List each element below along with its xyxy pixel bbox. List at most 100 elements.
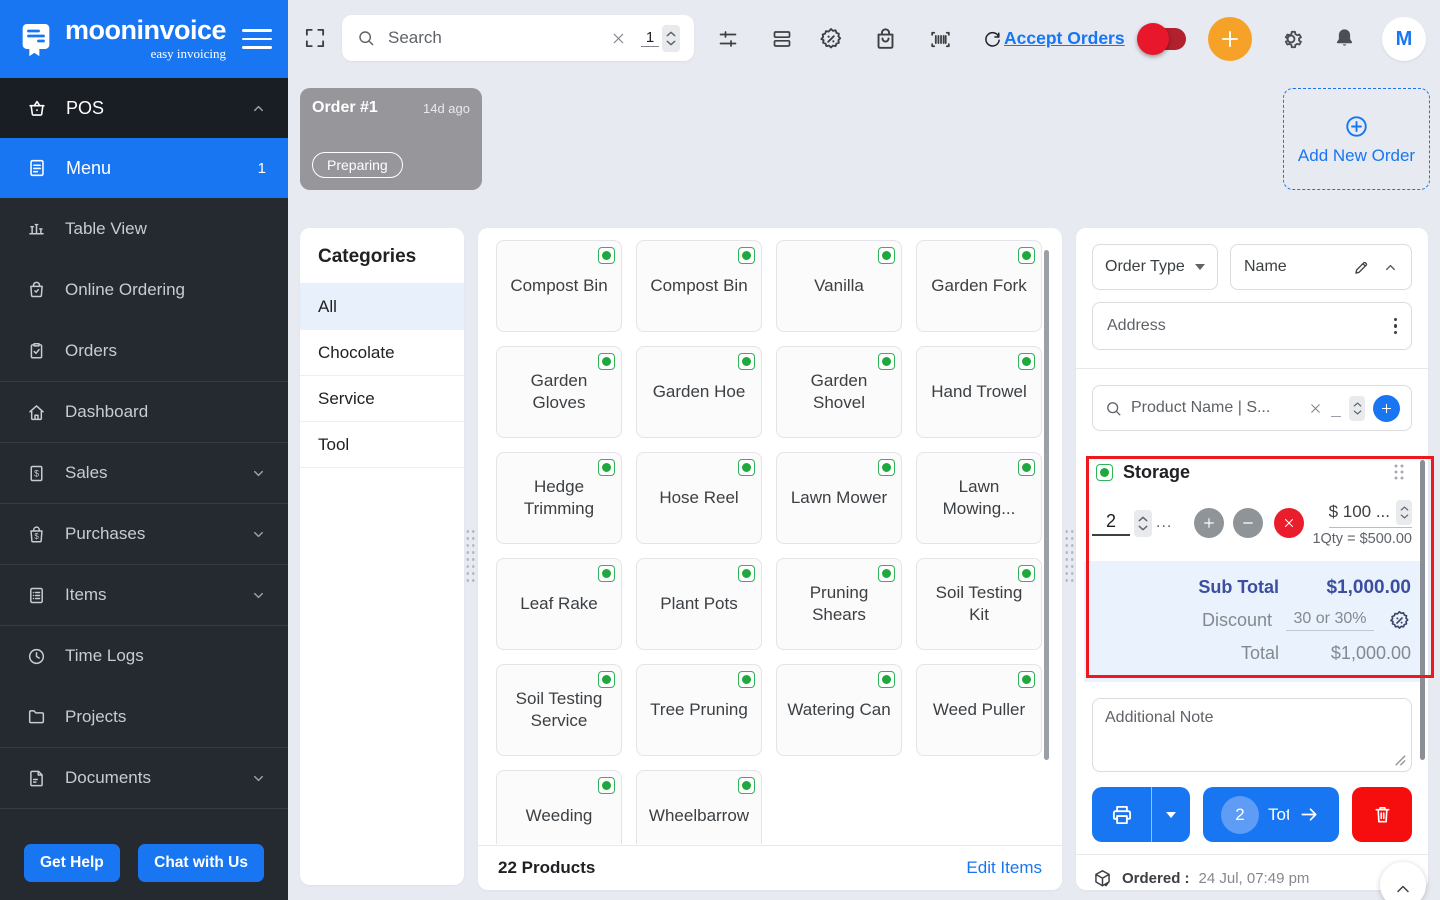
discount-badge-icon[interactable] (818, 26, 844, 52)
increase-qty-button[interactable] (1194, 508, 1224, 538)
price-input[interactable]: $ 100 ... (1329, 502, 1390, 522)
product-search-input[interactable] (1131, 399, 1300, 417)
search-count-stepper[interactable] (662, 25, 680, 52)
clear-search-icon[interactable] (610, 30, 627, 47)
sidebar-item-dashboard[interactable]: Dashboard (0, 381, 288, 442)
printer-icon[interactable] (1092, 802, 1151, 828)
get-help-button[interactable]: Get Help (24, 844, 120, 882)
panel-scrollbar[interactable] (1420, 460, 1425, 760)
barcode-icon[interactable] (928, 27, 953, 52)
hamburger-menu-icon[interactable] (242, 29, 272, 49)
clear-icon[interactable] (1308, 401, 1323, 416)
remove-item-button[interactable] (1274, 508, 1304, 538)
bag-dollar-icon: $ (26, 524, 47, 545)
rows-layout-icon[interactable] (770, 27, 794, 51)
product-card[interactable]: Garden Shovel (776, 346, 902, 438)
product-label: Garden Gloves (505, 370, 613, 414)
delete-order-button[interactable] (1352, 787, 1412, 842)
svg-text:$: $ (34, 531, 39, 540)
menu-count-badge: 1 (258, 160, 266, 177)
product-card[interactable]: Leaf Rake (496, 558, 622, 650)
category-item-chocolate[interactable]: Chocolate (300, 330, 464, 376)
kebab-menu-icon[interactable] (1394, 318, 1398, 335)
category-item-tool[interactable]: Tool (300, 422, 464, 468)
product-card[interactable]: Hand Trowel (916, 346, 1042, 438)
search-count-field[interactable]: 1 (641, 29, 659, 47)
pencil-icon[interactable] (1352, 258, 1371, 277)
discount-input[interactable]: 30 or 30% (1286, 610, 1374, 631)
product-card[interactable]: Pruning Shears (776, 558, 902, 650)
bell-icon[interactable] (1332, 26, 1357, 51)
product-card[interactable]: Watering Can (776, 664, 902, 756)
gear-icon[interactable] (1278, 26, 1304, 52)
category-item-service[interactable]: Service (300, 376, 464, 422)
sidebar-item-orders[interactable]: Orders (0, 320, 288, 381)
sidebar-item-purchases[interactable]: $ Purchases (0, 503, 288, 564)
line-item-storage: Storage 2 ... (1092, 457, 1412, 682)
product-card[interactable]: Soil Testing Service (496, 664, 622, 756)
print-options-caret[interactable] (1152, 812, 1190, 818)
chevron-up-icon[interactable] (1383, 260, 1398, 275)
resize-handle-icon[interactable] (1392, 752, 1407, 767)
accept-orders-toggle[interactable] (1140, 28, 1186, 50)
quantity-input[interactable]: 2 (1092, 511, 1130, 536)
product-card[interactable]: Tree Pruning (636, 664, 762, 756)
print-split-button[interactable] (1092, 787, 1190, 842)
sidebar-item-sales[interactable]: $ Sales (0, 442, 288, 503)
add-product-button[interactable] (1373, 395, 1400, 422)
sidebar-item-table-view[interactable]: Table View (0, 198, 288, 259)
product-card[interactable]: Hose Reel (636, 452, 762, 544)
sidebar-item-projects[interactable]: Projects (0, 686, 288, 747)
product-card[interactable]: Garden Hoe (636, 346, 762, 438)
decrease-qty-button[interactable] (1233, 508, 1263, 538)
accept-orders-link[interactable]: Accept Orders (1004, 28, 1125, 49)
sidebar-item-menu[interactable]: Menu 1 (0, 138, 288, 198)
sidebar-item-online-ordering[interactable]: Online Ordering (0, 259, 288, 320)
sidebar-item-pos[interactable]: POS (0, 78, 288, 138)
product-card[interactable]: Lawn Mower (776, 452, 902, 544)
product-card[interactable]: Soil Testing Kit (916, 558, 1042, 650)
tune-filters-icon[interactable] (716, 27, 740, 51)
product-card[interactable]: Wheelbarrow (636, 770, 762, 844)
panel-resize-handle[interactable] (1064, 528, 1075, 586)
chat-with-us-button[interactable]: Chat with Us (138, 844, 264, 882)
edit-items-link[interactable]: Edit Items (966, 858, 1042, 878)
panel-resize-handle[interactable] (465, 528, 476, 586)
qty-stepper[interactable] (1349, 396, 1365, 421)
checkout-button[interactable]: 2 Total (1203, 787, 1339, 842)
product-card[interactable]: Hedge Trimming (496, 452, 622, 544)
product-card[interactable]: Weeding (496, 770, 622, 844)
search-input[interactable] (388, 28, 610, 48)
shopping-bag-icon[interactable] (872, 25, 899, 52)
fullscreen-icon[interactable] (302, 25, 328, 51)
add-new-order-button[interactable]: Add New Order (1283, 88, 1430, 190)
category-item-all[interactable]: All (300, 284, 464, 330)
product-card[interactable]: Plant Pots (636, 558, 762, 650)
sidebar-item-items[interactable]: Items (0, 564, 288, 625)
order-type-select[interactable]: Order Type (1092, 244, 1218, 290)
product-card[interactable]: Garden Fork (916, 240, 1042, 332)
quick-add-button[interactable] (1208, 17, 1252, 61)
user-avatar[interactable]: M (1382, 17, 1426, 61)
open-order-card[interactable]: Order #1 14d ago Preparing (300, 88, 482, 190)
customer-name-field[interactable]: Name (1230, 244, 1412, 290)
additional-note-input[interactable] (1093, 699, 1411, 771)
address-field[interactable]: Address (1092, 302, 1412, 350)
product-card[interactable]: Garden Gloves (496, 346, 622, 438)
subtotal-value: $1,000.00 (1293, 577, 1411, 599)
product-card[interactable]: Weed Puller (916, 664, 1042, 756)
product-card[interactable]: Lawn Mowing... (916, 452, 1042, 544)
collapse-panel-button[interactable] (1380, 862, 1426, 900)
product-card[interactable]: Compost Bin (496, 240, 622, 332)
price-stepper[interactable] (1396, 500, 1412, 525)
refresh-icon[interactable] (982, 29, 1003, 50)
products-scrollbar[interactable] (1044, 250, 1049, 760)
quantity-stepper[interactable] (1134, 510, 1152, 537)
drag-handle-icon[interactable] (1392, 462, 1406, 482)
total-value: $1,000.00 (1293, 643, 1411, 664)
discount-badge-icon[interactable] (1388, 609, 1411, 632)
sidebar-item-time-logs[interactable]: Time Logs (0, 625, 288, 686)
product-card[interactable]: Vanilla (776, 240, 902, 332)
sidebar-item-documents[interactable]: Documents (0, 747, 288, 808)
product-card[interactable]: Compost Bin (636, 240, 762, 332)
